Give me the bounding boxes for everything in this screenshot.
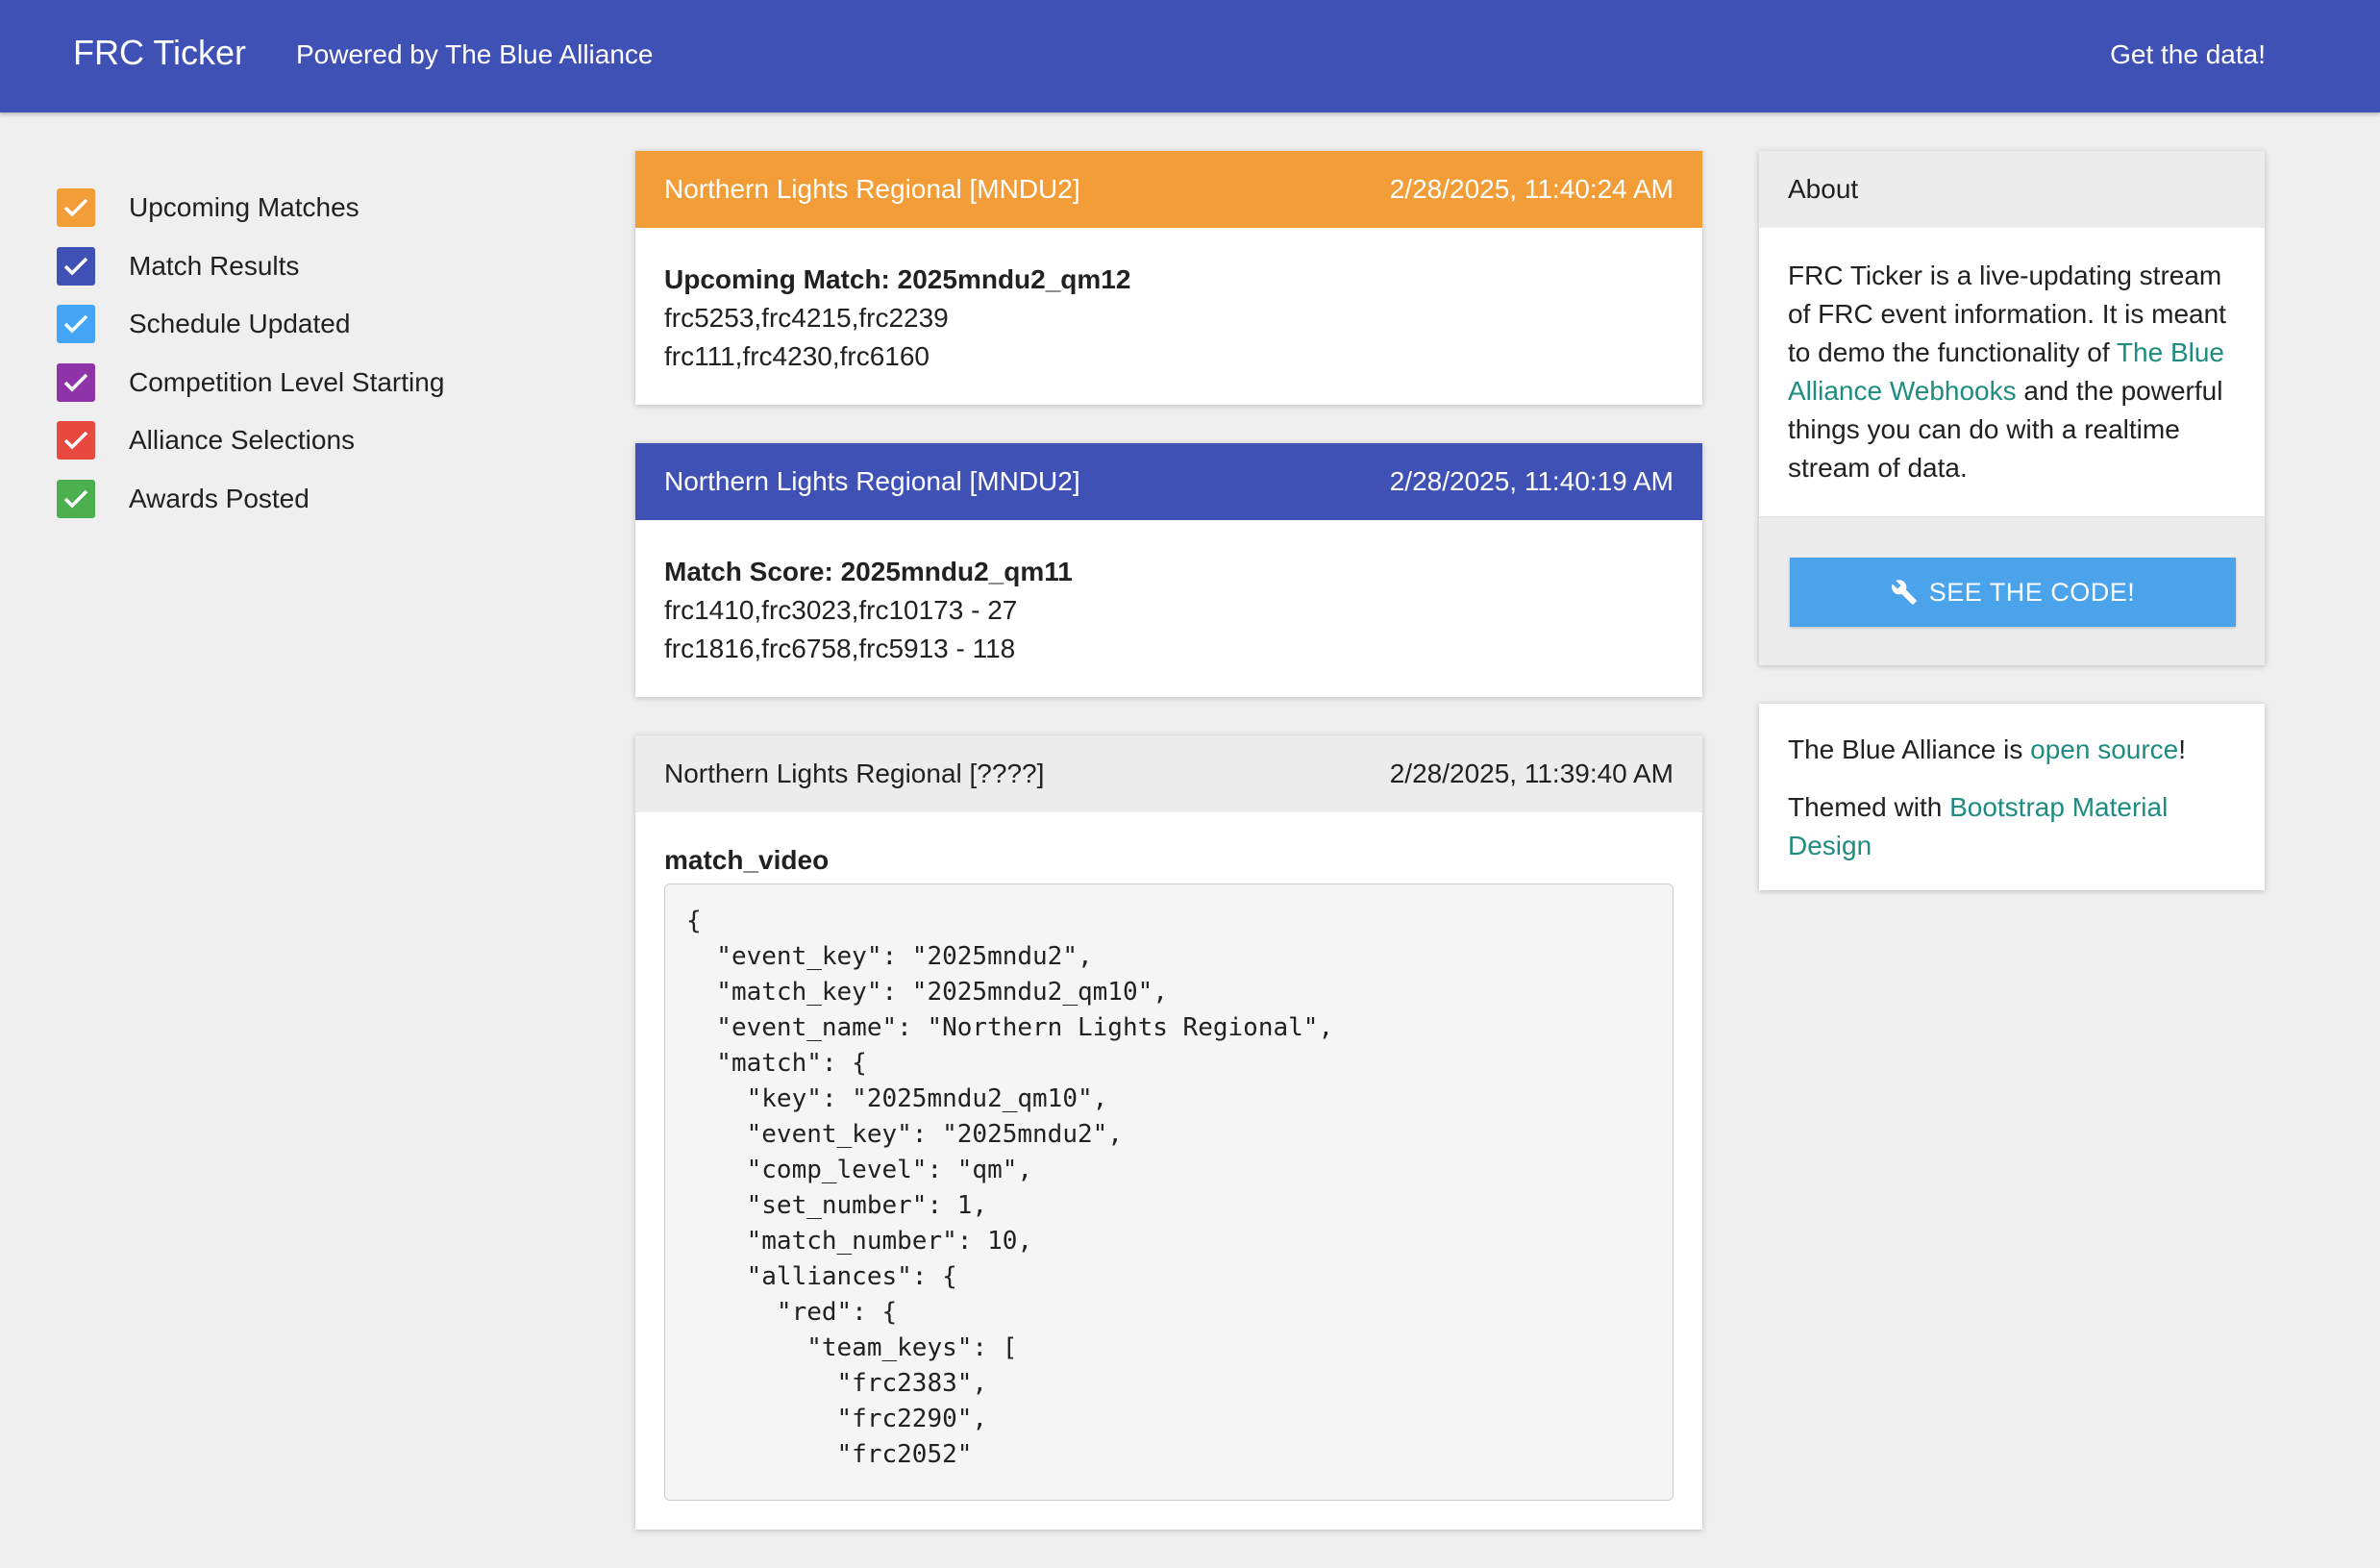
wrench-icon	[1891, 580, 1917, 605]
event-name: Northern Lights Regional [MNDU2]	[664, 174, 1080, 204]
see-the-code-label: SEE THE CODE!	[1928, 577, 2136, 607]
filter-alliance-selections[interactable]: Alliance Selections	[57, 411, 557, 470]
checkmark-icon	[63, 257, 88, 276]
tba-open-source-text: The Blue Alliance is open source!	[1788, 731, 2236, 769]
tba-text: The Blue Alliance is	[1788, 734, 2031, 764]
feed-card-match-score: Northern Lights Regional [MNDU2] 2/28/20…	[635, 443, 1702, 697]
filter-label: Alliance Selections	[129, 425, 356, 456]
sidebar: About FRC Ticker is a live-updating stre…	[1759, 151, 2265, 929]
feed-card-title: Match Score: 2025mndu2_qm11	[664, 557, 1073, 586]
event-feed: Northern Lights Regional [MNDU2] 2/28/20…	[635, 151, 1702, 1568]
filter-label: Competition Level Starting	[129, 366, 445, 397]
event-timestamp: 2/28/2025, 11:40:19 AM	[1389, 466, 1673, 496]
theme-text-line: Themed with Bootstrap Material Design	[1788, 788, 2236, 865]
about-card: About FRC Ticker is a live-updating stre…	[1759, 151, 2265, 665]
feed-card-title: match_video	[664, 845, 830, 875]
top-navbar: FRC Ticker Powered by The Blue Alliance …	[0, 0, 2380, 112]
filter-label: Schedule Updated	[129, 309, 351, 339]
get-data-link[interactable]: Get the data!	[2110, 39, 2266, 70]
feed-card-body: Upcoming Match: 2025mndu2_qm12 frc5253,f…	[635, 228, 1702, 405]
filter-match-results[interactable]: Match Results	[57, 237, 557, 296]
feed-card-upcoming-match: Northern Lights Regional [MNDU2] 2/28/20…	[635, 151, 1702, 405]
about-text: FRC Ticker is a live-updating stream of …	[1759, 228, 2265, 516]
brand-link[interactable]: FRC Ticker	[73, 33, 246, 73]
filter-label: Upcoming Matches	[129, 192, 359, 223]
about-footer: SEE THE CODE!	[1759, 516, 2265, 665]
alliance-line: frc111,frc4230,frc6160	[664, 341, 930, 371]
open-source-link[interactable]: open source	[2030, 734, 2178, 764]
feed-card-title: Upcoming Match: 2025mndu2_qm12	[664, 264, 1131, 294]
filter-label: Awards Posted	[129, 483, 310, 513]
feed-card-header: Northern Lights Regional [MNDU2] 2/28/20…	[635, 443, 1702, 520]
filter-upcoming-matches[interactable]: Upcoming Matches	[57, 179, 557, 237]
see-the-code-button[interactable]: SEE THE CODE!	[1790, 558, 2236, 627]
checkbox-match-results[interactable]	[57, 246, 95, 286]
alliance-score-line: frc1816,frc6758,frc5913 - 118	[664, 634, 1016, 663]
filter-awards-posted[interactable]: Awards Posted	[57, 470, 557, 529]
feed-card-header: Northern Lights Regional [????] 2/28/202…	[635, 735, 1702, 812]
filter-competition-level-starting[interactable]: Competition Level Starting	[57, 354, 557, 412]
event-timestamp: 2/28/2025, 11:39:40 AM	[1389, 759, 1673, 788]
theme-text: Themed with	[1788, 792, 1950, 822]
checkbox-alliance-selections[interactable]	[57, 421, 95, 460]
event-name: Northern Lights Regional [????]	[664, 759, 1045, 788]
json-payload[interactable]: { "event_key": "2025mndu2", "match_key":…	[664, 884, 1673, 1501]
checkbox-upcoming-matches[interactable]	[57, 188, 95, 228]
checkmark-icon	[63, 373, 88, 392]
event-timestamp: 2/28/2025, 11:40:24 AM	[1389, 174, 1673, 204]
checkmark-icon	[63, 432, 88, 450]
feed-card-header: Northern Lights Regional [MNDU2] 2/28/20…	[635, 151, 1702, 228]
filter-list: Upcoming Matches Match Results Schedule …	[57, 179, 557, 528]
feed-card-match-video: Northern Lights Regional [????] 2/28/202…	[635, 735, 1702, 1530]
checkmark-icon	[63, 489, 88, 509]
checkbox-schedule-updated[interactable]	[57, 305, 95, 344]
about-title: About	[1759, 151, 2265, 228]
event-name: Northern Lights Regional [MNDU2]	[664, 466, 1080, 496]
powered-by-link[interactable]: Powered by The Blue Alliance	[296, 39, 654, 70]
filter-schedule-updated[interactable]: Schedule Updated	[57, 295, 557, 354]
feed-card-body: Match Score: 2025mndu2_qm11 frc1410,frc3…	[635, 520, 1702, 697]
alliance-line: frc5253,frc4215,frc2239	[664, 303, 949, 333]
tba-suffix: !	[2178, 734, 2187, 764]
checkmark-icon	[63, 199, 88, 217]
checkbox-competition-level-starting[interactable]	[57, 362, 95, 402]
info-body: The Blue Alliance is open source! Themed…	[1759, 704, 2265, 890]
alliance-score-line: frc1410,frc3023,frc10173 - 27	[664, 595, 1018, 625]
checkmark-icon	[63, 315, 88, 334]
info-card: The Blue Alliance is open source! Themed…	[1759, 704, 2265, 890]
feed-card-body: match_video { "event_key": "2025mndu2", …	[635, 812, 1702, 1530]
filter-label: Match Results	[129, 250, 300, 281]
checkbox-awards-posted[interactable]	[57, 479, 95, 518]
